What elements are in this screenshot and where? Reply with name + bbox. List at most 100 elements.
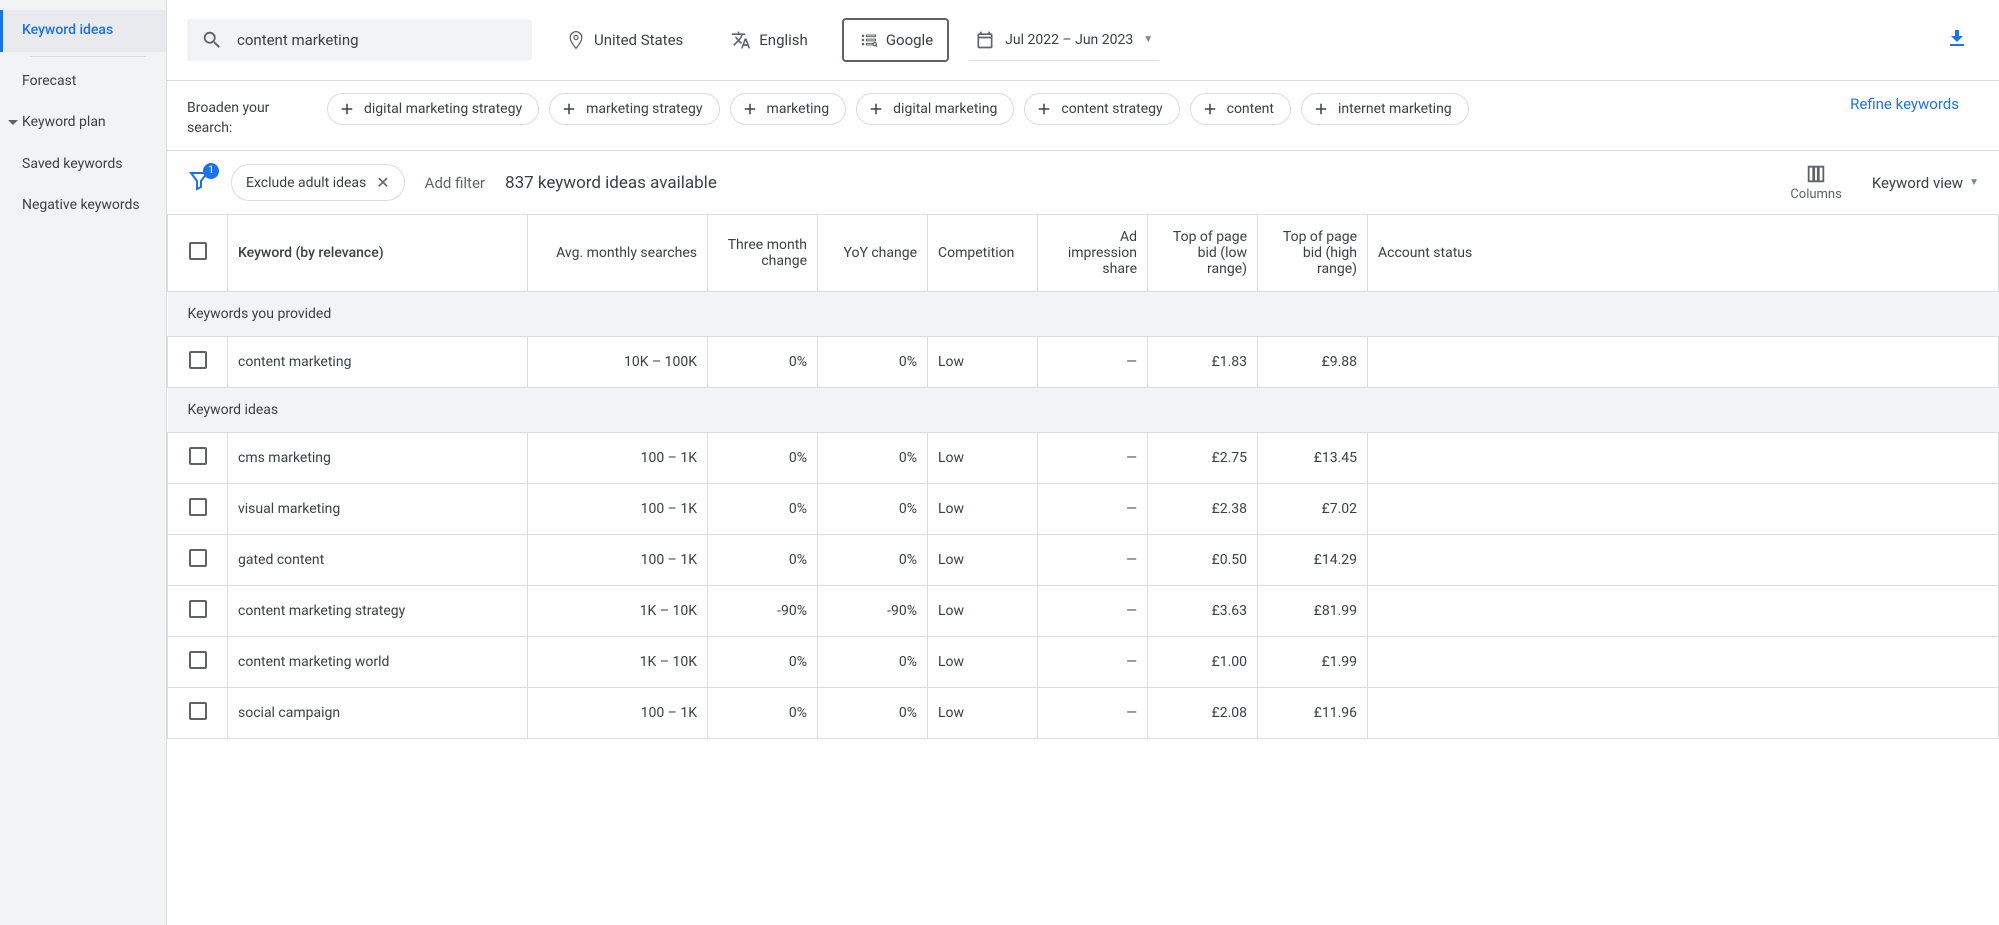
cell-bid-low: £1.83 — [1148, 337, 1258, 388]
cell-impression: — — [1038, 586, 1148, 637]
date-range-filter[interactable]: Jul 2022 – Jun 2023 ▼ — [969, 20, 1159, 61]
cell-impression: — — [1038, 535, 1148, 586]
filter-funnel-button[interactable]: 1 — [187, 169, 211, 197]
cell-three-month: 0% — [708, 637, 818, 688]
cell-three-month: 0% — [708, 337, 818, 388]
cell-keyword[interactable]: content marketing world — [228, 637, 528, 688]
table-header-row: Keyword (by relevance) Avg. monthly sear… — [168, 215, 1999, 292]
refine-keywords-link[interactable]: Refine keywords — [1830, 93, 1979, 116]
broaden-chip[interactable]: content — [1190, 93, 1291, 125]
broaden-chip[interactable]: digital marketing — [856, 93, 1014, 125]
remove-filter-button[interactable]: ✕ — [376, 173, 389, 192]
broaden-chip[interactable]: marketing — [730, 93, 847, 125]
language-filter[interactable]: English — [717, 20, 822, 60]
row-checkbox[interactable] — [189, 702, 207, 720]
cell-yoy: 0% — [818, 688, 928, 739]
header-bid-high[interactable]: Top of page bid (high range) — [1258, 215, 1368, 292]
chip-label: digital marketing strategy — [364, 101, 522, 117]
header-keyword[interactable]: Keyword (by relevance) — [228, 215, 528, 292]
date-range-value: Jul 2022 – Jun 2023 — [1005, 32, 1133, 48]
cell-yoy: -90% — [818, 586, 928, 637]
main: content marketing United States English … — [166, 0, 1999, 925]
cell-impression: — — [1038, 484, 1148, 535]
table-row: cms marketing100 – 1K0%0%Low—£2.75£13.45 — [168, 433, 1999, 484]
row-checkbox[interactable] — [189, 447, 207, 465]
table-section-row: Keywords you provided — [168, 292, 1999, 337]
cell-competition: Low — [928, 484, 1038, 535]
row-checkbox[interactable] — [189, 651, 207, 669]
cell-keyword[interactable]: gated content — [228, 535, 528, 586]
header-three-month[interactable]: Three month change — [708, 215, 818, 292]
row-checkbox[interactable] — [189, 549, 207, 567]
table-row: content marketing10K – 100K0%0%Low—£1.83… — [168, 337, 1999, 388]
broaden-chip[interactable]: marketing strategy — [549, 93, 719, 125]
dropdown-icon: ▼ — [1969, 177, 1979, 188]
row-checkbox[interactable] — [189, 600, 207, 618]
view-label: Keyword view — [1872, 174, 1963, 192]
cell-bid-low: £0.50 — [1148, 535, 1258, 586]
cell-bid-low: £3.63 — [1148, 586, 1258, 637]
cell-bid-high: £7.02 — [1258, 484, 1368, 535]
plus-icon — [1312, 100, 1330, 118]
cell-status — [1368, 637, 1999, 688]
row-checkbox[interactable] — [189, 498, 207, 516]
broaden-chip[interactable]: digital marketing strategy — [327, 93, 539, 125]
columns-button[interactable]: Columns — [1790, 163, 1842, 202]
translate-icon — [731, 30, 751, 50]
cell-searches: 1K – 10K — [528, 637, 708, 688]
sidebar-item-keyword-ideas[interactable]: Keyword ideas — [0, 10, 166, 52]
search-icon — [201, 29, 223, 51]
location-filter[interactable]: United States — [552, 20, 697, 60]
cell-keyword[interactable]: cms marketing — [228, 433, 528, 484]
table-row: content marketing world1K – 10K0%0%Low—£… — [168, 637, 1999, 688]
keyword-view-dropdown[interactable]: Keyword view ▼ — [1872, 174, 1979, 192]
broaden-chip[interactable]: internet marketing — [1301, 93, 1469, 125]
cell-searches: 10K – 100K — [528, 337, 708, 388]
download-button[interactable] — [1945, 26, 1969, 54]
table-toolbar: 1 Exclude adult ideas ✕ Add filter 837 k… — [167, 150, 1999, 214]
header-competition[interactable]: Competition — [928, 215, 1038, 292]
select-all-checkbox[interactable] — [189, 242, 207, 260]
search-input[interactable]: content marketing — [187, 19, 532, 61]
cell-three-month: -90% — [708, 586, 818, 637]
cell-keyword[interactable]: visual marketing — [228, 484, 528, 535]
cell-bid-high: £1.99 — [1258, 637, 1368, 688]
row-checkbox[interactable] — [189, 351, 207, 369]
header-bid-low[interactable]: Top of page bid (low range) — [1148, 215, 1258, 292]
language-value: English — [759, 31, 808, 49]
cell-bid-high: £11.96 — [1258, 688, 1368, 739]
networks-filter[interactable]: Google — [842, 18, 949, 62]
cell-yoy: 0% — [818, 535, 928, 586]
sidebar-item-forecast[interactable]: Forecast — [0, 61, 166, 103]
table-row: content marketing strategy1K – 10K-90%-9… — [168, 586, 1999, 637]
chip-label: digital marketing — [893, 101, 997, 117]
table-row: visual marketing100 – 1K0%0%Low—£2.38£7.… — [168, 484, 1999, 535]
sidebar-item-negative-keywords[interactable]: Negative keywords — [0, 185, 166, 227]
header-searches[interactable]: Avg. monthly searches — [528, 215, 708, 292]
broaden-chip[interactable]: content strategy — [1024, 93, 1179, 125]
header-impression[interactable]: Ad impression share — [1038, 215, 1148, 292]
sidebar-item-keyword-plan[interactable]: Keyword plan — [0, 102, 166, 144]
cell-status — [1368, 586, 1999, 637]
caret-down-icon — [8, 120, 18, 125]
add-filter-button[interactable]: Add filter — [425, 174, 485, 192]
sidebar-divider — [30, 56, 146, 57]
cell-status — [1368, 337, 1999, 388]
ideas-count: 837 keyword ideas available — [505, 173, 717, 193]
cell-keyword[interactable]: social campaign — [228, 688, 528, 739]
plus-icon — [867, 100, 885, 118]
cell-bid-low: £1.00 — [1148, 637, 1258, 688]
cell-searches: 100 – 1K — [528, 433, 708, 484]
cell-keyword[interactable]: content marketing strategy — [228, 586, 528, 637]
cell-competition: Low — [928, 688, 1038, 739]
cell-bid-low: £2.38 — [1148, 484, 1258, 535]
cell-impression: — — [1038, 637, 1148, 688]
cell-yoy: 0% — [818, 637, 928, 688]
cell-bid-high: £13.45 — [1258, 433, 1368, 484]
header-status[interactable]: Account status — [1368, 215, 1999, 292]
plus-icon — [1201, 100, 1219, 118]
cell-keyword[interactable]: content marketing — [228, 337, 528, 388]
dropdown-icon: ▼ — [1143, 34, 1153, 45]
header-yoy[interactable]: YoY change — [818, 215, 928, 292]
sidebar-item-saved-keywords[interactable]: Saved keywords — [0, 144, 166, 186]
